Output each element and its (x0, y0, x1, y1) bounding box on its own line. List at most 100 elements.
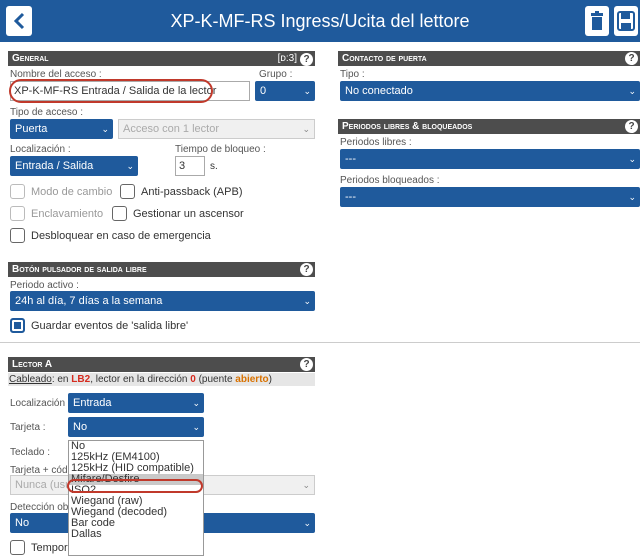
door-type-label: Tipo : (340, 69, 365, 80)
location-value: Entrada / Salida (15, 160, 94, 172)
door-contact-section-header: Contacto de puerta ? (338, 51, 640, 66)
help-icon[interactable]: ? (625, 120, 638, 133)
save-events-row[interactable]: Guardar eventos de 'salida libre' (10, 318, 188, 333)
save-button[interactable] (614, 6, 638, 36)
antipassback-checkbox[interactable] (120, 184, 135, 199)
detection-label: Detección obli (10, 502, 73, 513)
cabling-pre: : en (51, 374, 72, 385)
cabling-post2: ) (268, 374, 272, 385)
emergency-row[interactable]: Desbloquear en caso de emergencia (10, 228, 211, 243)
help-icon[interactable]: ? (300, 52, 313, 66)
keypad-label: Teclado : (10, 447, 51, 458)
reader-location-select[interactable]: Entrada ⌄ (68, 393, 204, 413)
door-type-value: No conectado (345, 85, 413, 97)
elevator-row[interactable]: Gestionar un ascensor (112, 206, 244, 221)
blocked-periods-select[interactable]: --- ⌄ (340, 187, 640, 207)
top-bar: XP-K-MF-RS Ingress/Ucita del lettore (0, 0, 640, 42)
blocked-periods-label: Periodos bloqueados : (340, 175, 440, 186)
chevron-down-icon: ⌄ (628, 154, 636, 164)
access-mode-value: Acceso con 1 lector (123, 123, 219, 135)
group-select[interactable]: 0 ⌄ (255, 81, 315, 101)
detection-value: No (15, 517, 30, 529)
timer-row[interactable]: Temporiz (10, 540, 76, 555)
card-value: No (73, 421, 88, 433)
antipassback-row[interactable]: Anti-passback (APB) (120, 184, 242, 199)
period-select[interactable]: 24h al día, 7 días a la semana ⌄ (10, 291, 315, 311)
free-periods-value: --- (345, 153, 356, 165)
cabling-post1: (puente (195, 374, 236, 385)
change-mode-label: Modo de cambio (31, 185, 113, 198)
card-dropdown-list: No 125kHz (EM4100) 125kHz (HID compatibl… (68, 440, 204, 556)
save-events-checkbox[interactable] (10, 318, 25, 333)
save-events-label: Guardar eventos de 'salida libre' (31, 319, 189, 332)
periods-title: Periodos libres & bloqueados (342, 121, 473, 132)
change-mode-checkbox[interactable] (10, 184, 25, 199)
highlight-oval (67, 479, 203, 493)
cabling-info: Cableado: en LB2, lector en la dirección… (8, 373, 315, 386)
period-value: 24h al día, 7 días a la semana (15, 295, 163, 307)
card-label: Tarjeta : (10, 422, 46, 433)
delete-button[interactable] (585, 6, 609, 36)
interlock-label: Enclavamiento (31, 207, 104, 220)
free-periods-label: Periodos libres : (340, 137, 412, 148)
access-mode-select[interactable]: Acceso con 1 lector ⌄ (118, 119, 315, 139)
timer-checkbox[interactable] (10, 540, 25, 555)
highlight-oval (9, 79, 213, 103)
reader-a-section-header: Lector A ? (8, 357, 315, 372)
help-icon[interactable]: ? (300, 263, 313, 276)
lock-time-input[interactable]: 3 (175, 156, 205, 176)
reader-location-label: Localización : (10, 398, 71, 409)
general-id-tag: [ᴅ:3] (277, 53, 297, 64)
reader-a-title: Lector A (12, 359, 53, 370)
card-option[interactable]: Dallas (69, 529, 203, 540)
group-label: Grupo : (259, 69, 293, 80)
location-label: Localización : (10, 144, 71, 155)
card-select[interactable]: No ⌄ (68, 417, 204, 437)
cabling-jumper: abierto (235, 374, 269, 385)
blocked-periods-value: --- (345, 191, 356, 203)
chevron-down-icon: ⌄ (303, 518, 311, 528)
emergency-label: Desbloquear en caso de emergencia (31, 229, 211, 242)
chevron-down-icon: ⌄ (302, 124, 310, 134)
free-periods-select[interactable]: --- ⌄ (340, 149, 640, 169)
cabling-mid: , lector en la dirección (90, 374, 191, 385)
general-title: General (12, 53, 49, 64)
period-label: Periodo activo : (10, 280, 79, 291)
access-type-value: Puerta (15, 123, 48, 135)
chevron-down-icon: ⌄ (628, 192, 636, 202)
lock-time-label: Tiempo de bloqueo : (175, 144, 266, 155)
antipassback-label: Anti-passback (APB) (141, 185, 243, 198)
cabling-link[interactable]: Cableado (9, 374, 52, 385)
door-contact-title: Contacto de puerta (342, 53, 427, 64)
cabling-bus: LB2 (71, 374, 91, 385)
chevron-down-icon: ⌄ (126, 161, 134, 171)
page-title: XP-K-MF-RS Ingress/Ucita del lettore (170, 11, 470, 31)
location-select[interactable]: Entrada / Salida ⌄ (10, 156, 138, 176)
emergency-checkbox[interactable] (10, 228, 25, 243)
door-type-select[interactable]: No conectado ⌄ (340, 81, 640, 101)
help-icon[interactable]: ? (625, 52, 638, 65)
change-mode-row[interactable]: Modo de cambio (10, 184, 112, 199)
help-icon[interactable]: ? (300, 358, 313, 371)
chevron-down-icon: ⌄ (628, 86, 636, 96)
chevron-down-icon: ⌄ (192, 422, 200, 432)
access-type-select[interactable]: Puerta ⌄ (10, 119, 113, 139)
elevator-label: Gestionar un ascensor (133, 207, 244, 220)
reader-location-value: Entrada (73, 397, 112, 409)
trash-icon (591, 11, 603, 30)
interlock-checkbox[interactable] (10, 206, 25, 221)
access-type-label: Tipo de acceso : (10, 107, 84, 118)
interlock-row[interactable]: Enclavamiento (10, 206, 103, 221)
chevron-down-icon: ⌄ (303, 86, 311, 96)
chevron-down-icon: ⌄ (302, 480, 310, 490)
divider (0, 342, 640, 343)
chevron-down-icon: ⌄ (303, 296, 311, 306)
card-code-value: Nunca (usu (15, 479, 72, 491)
periods-section-header: Periodos libres & bloqueados ? (338, 119, 640, 134)
general-section-header: General [ᴅ:3] ? (8, 51, 315, 66)
exit-button-section-header: Botón pulsador de salida libre ? (8, 262, 315, 277)
group-value: 0 (260, 85, 267, 97)
lock-time-unit: s. (210, 161, 218, 172)
elevator-checkbox[interactable] (112, 206, 127, 221)
exit-button-title: Botón pulsador de salida libre (12, 264, 147, 275)
